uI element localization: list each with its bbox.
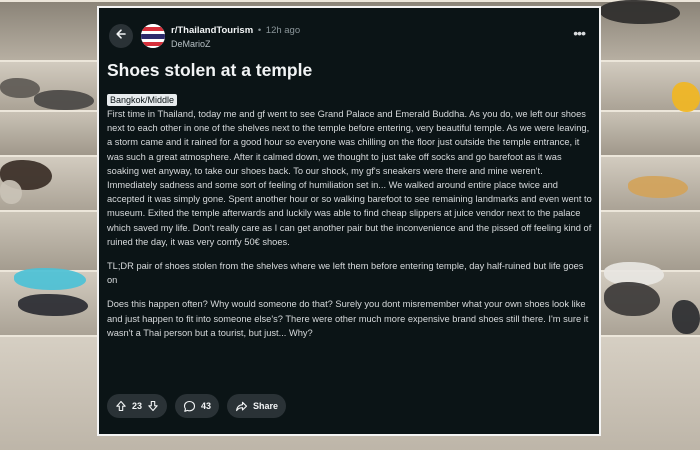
- vote-count: 23: [132, 401, 143, 411]
- more-options-button[interactable]: •••: [573, 25, 586, 41]
- post-paragraph: TL;DR pair of shoes stolen from the shel…: [107, 261, 584, 286]
- share-label: Share: [253, 401, 279, 411]
- post-header: r/ThailandTourism • 12h ago DeMarioZ •••: [107, 22, 591, 56]
- subreddit-name[interactable]: r/ThailandTourism: [171, 25, 253, 36]
- share-arrow-icon: [235, 400, 248, 413]
- arrow-up-icon[interactable]: [115, 400, 127, 412]
- post-age: 12h ago: [265, 25, 301, 36]
- subreddit-avatar[interactable]: [141, 24, 165, 48]
- post-title: Shoes stolen at a temple: [107, 60, 313, 80]
- post-author[interactable]: DeMarioZ: [171, 39, 211, 49]
- arrow-left-icon: [115, 27, 127, 45]
- meta-separator: •: [257, 25, 262, 36]
- post-flair[interactable]: Bangkok/Middle: [107, 94, 178, 106]
- thai-flag-avatar: [141, 24, 165, 48]
- post-body: First time in Thailand, today me and gf …: [107, 107, 593, 350]
- post-card: r/ThailandTourism • 12h ago DeMarioZ •••…: [97, 6, 601, 436]
- vote-control: 23: [107, 394, 168, 418]
- ellipsis-icon: •••: [573, 25, 586, 41]
- share-button[interactable]: Share: [227, 394, 287, 418]
- back-button[interactable]: [109, 24, 133, 48]
- post-paragraph: First time in Thailand, today me and gf …: [107, 109, 592, 247]
- arrow-down-icon[interactable]: [147, 400, 159, 412]
- comment-count: 43: [201, 401, 212, 411]
- subreddit-line: r/ThailandTourism • 12h ago: [171, 25, 300, 36]
- comments-button[interactable]: 43: [175, 394, 220, 418]
- action-bar: 23 43 Share: [107, 394, 287, 418]
- post-paragraph: Does this happen often? Why would someon…: [107, 299, 589, 338]
- comment-bubble-icon: [183, 400, 196, 413]
